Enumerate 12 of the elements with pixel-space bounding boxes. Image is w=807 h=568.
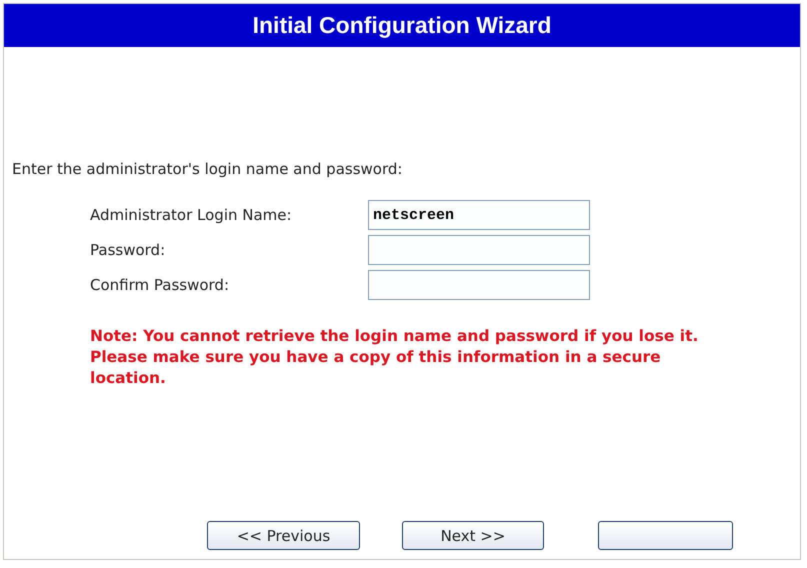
field-label: Confirm Password: [90,276,230,294]
wizard-button[interactable]: << Previous [207,521,360,550]
input-field[interactable]: netscreen [368,200,590,230]
warning-note: Note: You cannot retrieve the login name and password if you lose it. Please make sure you have a copy of this information in a secure location. [90,326,700,389]
instruction-text: Enter the administrator's login name and password: [12,160,404,178]
window-title: Initial Configuration Wizard [4,4,800,47]
field-label: Password: [90,241,166,259]
input-field[interactable] [368,235,590,265]
input-field[interactable] [368,270,590,300]
field-label: Administrator Login Name: [90,206,293,224]
wizard-button[interactable]: Next >> [402,521,544,550]
wizard-button[interactable] [598,521,733,550]
